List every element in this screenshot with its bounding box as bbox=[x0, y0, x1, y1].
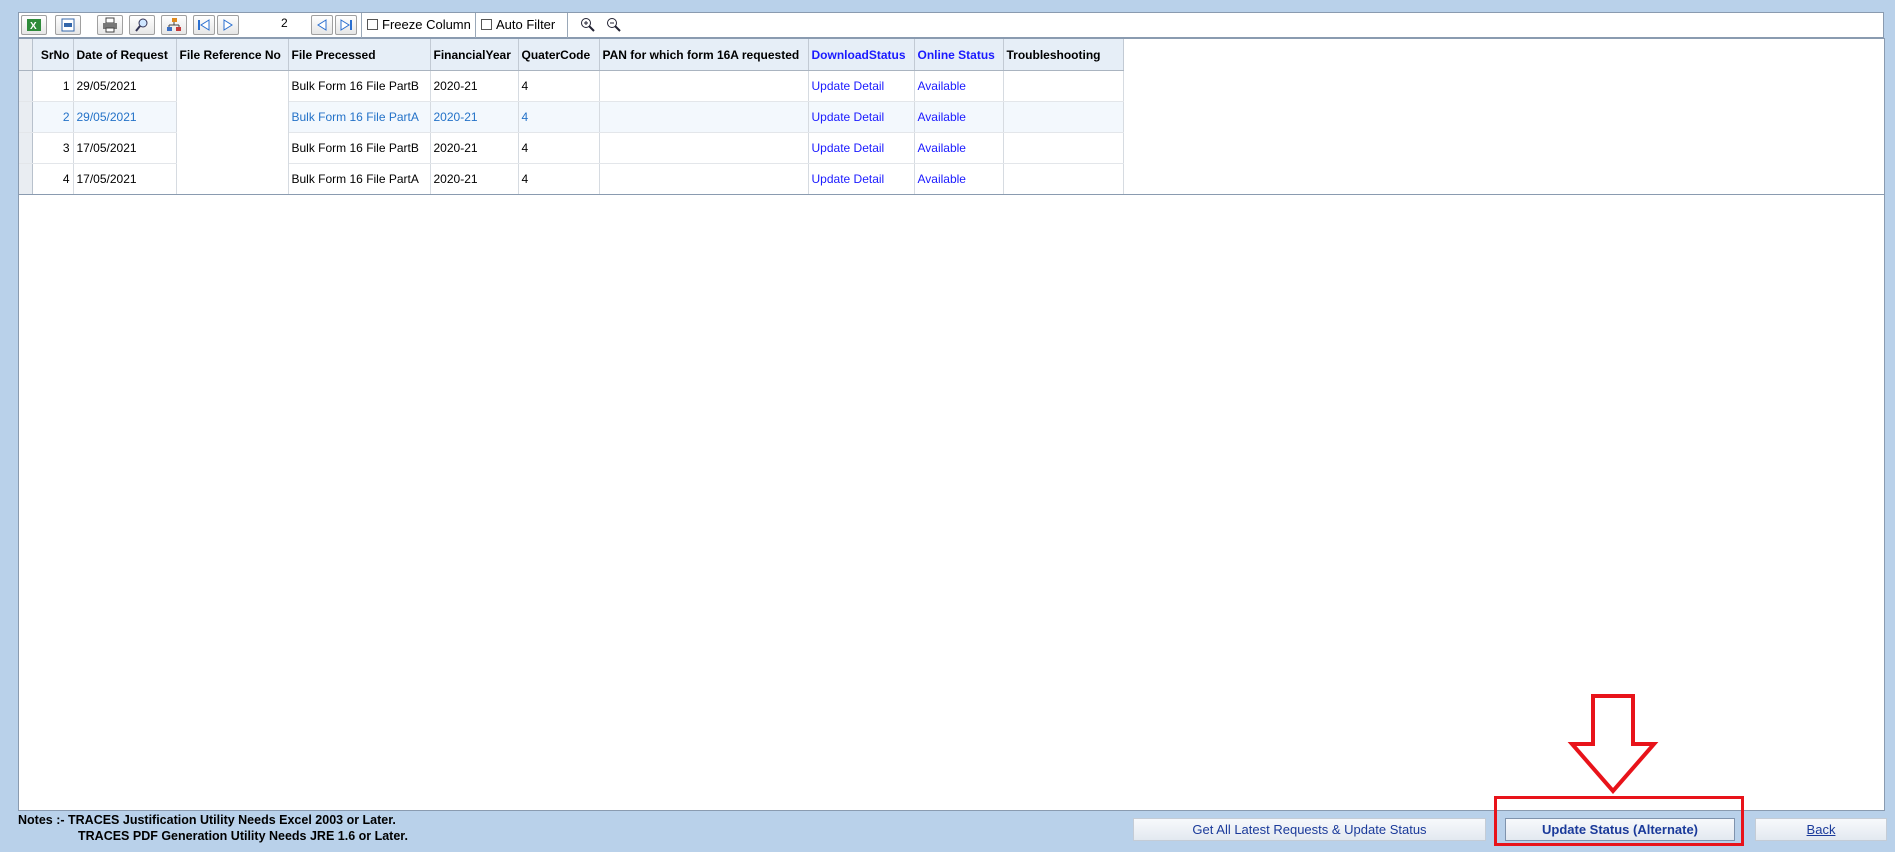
column-header-fileref[interactable]: File Reference No bbox=[176, 39, 289, 71]
down-arrow-icon bbox=[1567, 694, 1659, 794]
column-header-troubleshooting[interactable]: Troubleshooting bbox=[1003, 39, 1124, 71]
get-latest-requests-button[interactable]: Get All Latest Requests & Update Status bbox=[1133, 818, 1486, 841]
cell-fy: 2020-21 bbox=[430, 163, 519, 195]
row-header[interactable] bbox=[19, 70, 33, 102]
column-header-online-status[interactable]: Online Status bbox=[914, 39, 1004, 71]
cell-srno: 1 bbox=[32, 70, 74, 102]
cell-troubleshooting bbox=[1003, 163, 1124, 195]
cell-fileref bbox=[176, 132, 289, 164]
zoom-out-icon[interactable] bbox=[605, 16, 623, 37]
excel-export-icon[interactable]: X bbox=[21, 15, 47, 35]
freeze-column-label: Freeze Column bbox=[382, 17, 471, 32]
cell-srno: 3 bbox=[32, 132, 74, 164]
note-line-1: Notes :- TRACES Justification Utility Ne… bbox=[18, 813, 396, 827]
last-page-icon[interactable] bbox=[335, 15, 357, 35]
cell-quarter: 4 bbox=[518, 163, 600, 195]
table-row[interactable]: 3 17/05/2021 Bulk Form 16 File PartB 202… bbox=[19, 132, 1124, 164]
cell-processed: Bulk Form 16 File PartB bbox=[288, 132, 431, 164]
next-page-icon[interactable] bbox=[217, 15, 239, 35]
note-line-2: TRACES PDF Generation Utility Needs JRE … bbox=[78, 829, 408, 843]
table-row[interactable]: 2 29/05/2021 Bulk Form 16 File PartA 202… bbox=[19, 101, 1124, 133]
cell-quarter: 4 bbox=[518, 101, 600, 133]
online-status-link[interactable]: Available bbox=[914, 70, 1004, 102]
first-page-icon[interactable] bbox=[193, 15, 215, 35]
svg-text:X: X bbox=[30, 21, 37, 32]
row-header[interactable] bbox=[19, 163, 33, 195]
online-status-link[interactable]: Available bbox=[914, 132, 1004, 164]
row-header-corner bbox=[19, 39, 33, 71]
cell-fy: 2020-21 bbox=[430, 132, 519, 164]
toolbar-divider bbox=[475, 13, 476, 39]
csv-export-icon[interactable] bbox=[55, 15, 81, 35]
column-header-date[interactable]: Date of Request bbox=[73, 39, 177, 71]
cell-quarter: 4 bbox=[518, 70, 600, 102]
zoom-in-icon[interactable] bbox=[579, 16, 597, 37]
cell-fileref bbox=[176, 70, 289, 102]
cell-processed: Bulk Form 16 File PartA bbox=[288, 101, 431, 133]
cell-pan bbox=[599, 101, 809, 133]
row-header[interactable] bbox=[19, 132, 33, 164]
cell-processed: Bulk Form 16 File PartA bbox=[288, 163, 431, 195]
cell-fy: 2020-21 bbox=[430, 70, 519, 102]
cell-date: 29/05/2021 bbox=[73, 101, 177, 133]
hierarchy-icon[interactable] bbox=[161, 15, 187, 35]
cell-date: 29/05/2021 bbox=[73, 70, 177, 102]
preview-icon[interactable] bbox=[129, 15, 155, 35]
cell-pan bbox=[599, 132, 809, 164]
notes: Notes :- TRACES Justification Utility Ne… bbox=[18, 812, 408, 844]
auto-filter-label: Auto Filter bbox=[496, 17, 556, 32]
column-header-download-status[interactable]: DownloadStatus bbox=[808, 39, 915, 71]
cell-troubleshooting bbox=[1003, 101, 1124, 133]
print-icon[interactable] bbox=[97, 15, 123, 35]
cell-pan bbox=[599, 163, 809, 195]
checkbox-box[interactable] bbox=[481, 19, 492, 30]
cell-date: 17/05/2021 bbox=[73, 132, 177, 164]
column-header-fy[interactable]: FinancialYear bbox=[430, 39, 519, 71]
update-detail-link[interactable]: Update Detail bbox=[808, 70, 915, 102]
toolbar-divider bbox=[567, 13, 568, 39]
cell-srno: 4 bbox=[32, 163, 74, 195]
cell-troubleshooting bbox=[1003, 132, 1124, 164]
row-header[interactable] bbox=[19, 101, 33, 133]
freeze-column-checkbox[interactable]: Freeze Column bbox=[367, 17, 471, 32]
cell-fileref bbox=[176, 163, 289, 195]
column-header-srno[interactable]: SrNo bbox=[32, 39, 74, 71]
update-detail-link[interactable]: Update Detail bbox=[808, 132, 915, 164]
cell-quarter: 4 bbox=[518, 132, 600, 164]
grid-rows-end-line bbox=[19, 194, 1884, 195]
table-row[interactable]: 4 17/05/2021 Bulk Form 16 File PartA 202… bbox=[19, 163, 1124, 195]
highlight-box bbox=[1494, 796, 1744, 846]
cell-srno: 2 bbox=[32, 101, 74, 133]
cell-fileref bbox=[176, 101, 289, 133]
cell-fy: 2020-21 bbox=[430, 101, 519, 133]
column-header-quarter[interactable]: QuaterCode bbox=[518, 39, 600, 71]
checkbox-box[interactable] bbox=[367, 19, 378, 30]
update-detail-link[interactable]: Update Detail bbox=[808, 163, 915, 195]
online-status-link[interactable]: Available bbox=[914, 163, 1004, 195]
cell-troubleshooting bbox=[1003, 70, 1124, 102]
update-detail-link[interactable]: Update Detail bbox=[808, 101, 915, 133]
prev-page-icon[interactable] bbox=[311, 15, 333, 35]
cell-date: 17/05/2021 bbox=[73, 163, 177, 195]
cell-processed: Bulk Form 16 File PartB bbox=[288, 70, 431, 102]
online-status-link[interactable]: Available bbox=[914, 101, 1004, 133]
requests-table: SrNo Date of Request File Reference No F… bbox=[19, 39, 1124, 195]
column-header-processed[interactable]: File Precessed bbox=[288, 39, 431, 71]
toolbar: X 2 Freeze Column Auto Filter bbox=[18, 12, 1884, 39]
auto-filter-checkbox[interactable]: Auto Filter bbox=[481, 17, 555, 32]
toolbar-divider bbox=[361, 13, 362, 39]
table-header-row: SrNo Date of Request File Reference No F… bbox=[19, 39, 1124, 71]
table-row[interactable]: 1 29/05/2021 Bulk Form 16 File PartB 202… bbox=[19, 70, 1124, 102]
cell-pan bbox=[599, 70, 809, 102]
column-header-pan[interactable]: PAN for which form 16A requested bbox=[599, 39, 809, 71]
back-button[interactable]: Back bbox=[1755, 818, 1887, 841]
